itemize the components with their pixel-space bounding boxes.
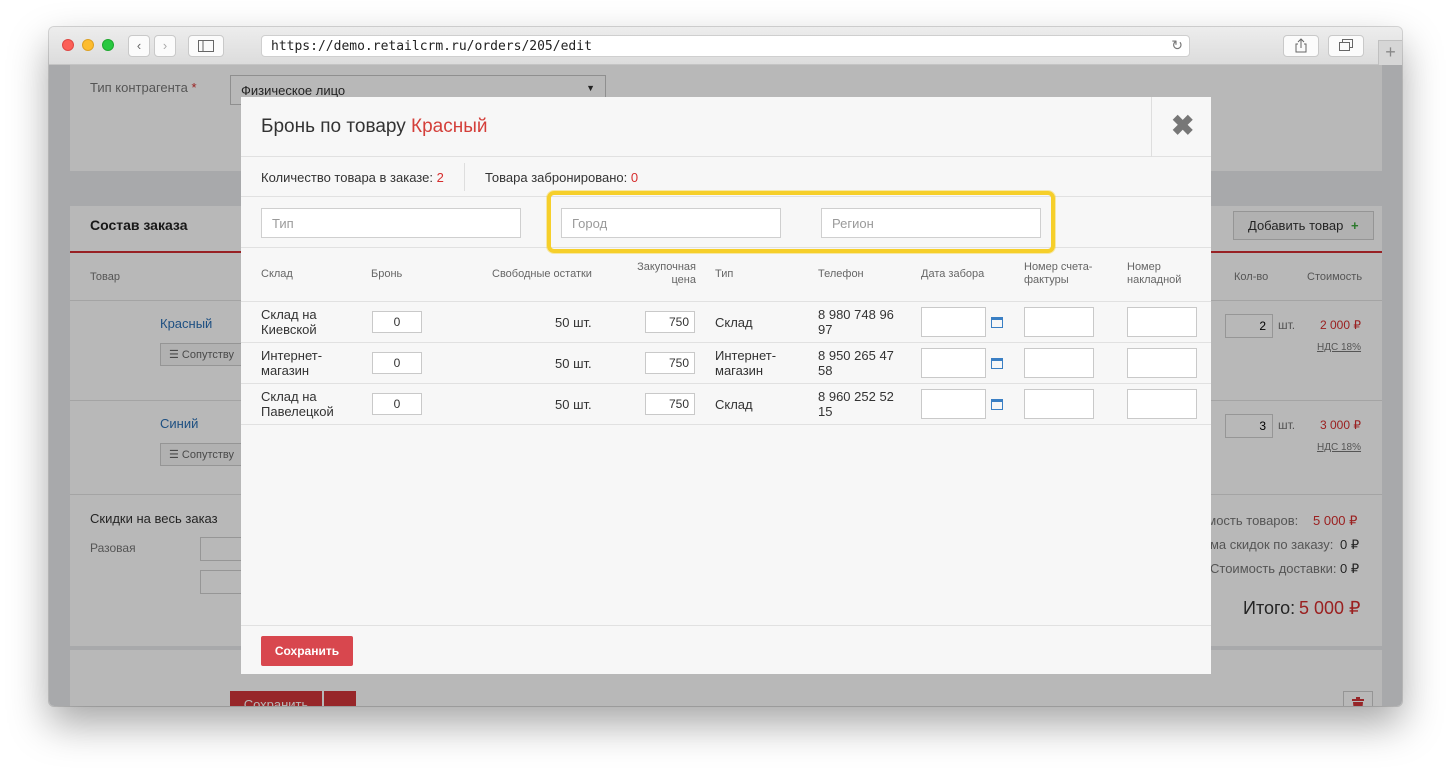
col-invoice-number: Номер счета-фактуры — [1024, 261, 1093, 286]
modal-header: Бронь по товару Красный ✖ — [241, 97, 1211, 157]
free-stock: 50 шт. — [555, 315, 592, 330]
phone: 8 960 252 52 15 — [818, 389, 894, 419]
chevron-left-icon: ‹ — [136, 38, 142, 53]
new-tab-button[interactable]: + — [1378, 40, 1402, 65]
reload-icon[interactable]: ↻ — [1171, 37, 1183, 54]
table-header: Склад Бронь Свободные остатки Закупочная… — [241, 248, 1211, 302]
warehouse-name: Склад на Павелецкой — [261, 389, 334, 419]
warehouse-name: Склад на Киевской — [261, 307, 317, 337]
save-button[interactable]: Сохранить — [261, 636, 353, 666]
free-stock: 50 шт. — [555, 397, 592, 412]
reserved-qty: Товара забронировано: 0 — [485, 170, 639, 185]
purchase-price-input[interactable]: 750 — [645, 393, 695, 415]
product-name: Красный — [411, 116, 488, 137]
back-button[interactable]: ‹ — [128, 35, 150, 57]
reserve-input[interactable]: 0 — [372, 311, 422, 333]
close-modal-button[interactable]: ✖ — [1151, 97, 1211, 157]
url-text: https://demo.retailcrm.ru/orders/205/edi… — [271, 39, 592, 54]
sidebar-toggle-button[interactable] — [188, 35, 224, 57]
warehouse-type: Интернет-магазин — [715, 348, 777, 378]
highlight-frame — [547, 191, 1055, 253]
reserve-input[interactable]: 0 — [372, 393, 422, 415]
waybill-number-input[interactable] — [1127, 307, 1197, 337]
reservation-modal: Бронь по товару Красный ✖ Количество тов… — [241, 97, 1211, 674]
reserve-input[interactable]: 0 — [372, 352, 422, 374]
invoice-number-input[interactable] — [1024, 389, 1094, 419]
warehouse-table: Склад Бронь Свободные остатки Закупочная… — [241, 248, 1211, 425]
warehouse-type: Склад — [715, 315, 753, 330]
tabs-overview-button[interactable] — [1328, 35, 1364, 57]
browser-toolbar: ‹ › https://demo.retailcrm.ru/orders/205… — [49, 27, 1402, 65]
plus-icon: + — [1385, 42, 1396, 62]
table-row: Склад на Киевской 0 50 шт. 750 Склад 8 98… — [241, 302, 1211, 343]
close-window-button[interactable] — [62, 39, 74, 51]
pickup-date-input[interactable] — [921, 348, 986, 378]
waybill-number-input[interactable] — [1127, 389, 1197, 419]
calendar-icon[interactable] — [991, 399, 1003, 410]
divider — [464, 163, 465, 191]
browser-window: ‹ › https://demo.retailcrm.ru/orders/205… — [49, 27, 1402, 706]
waybill-number-input[interactable] — [1127, 348, 1197, 378]
table-row: Интернет-магазин 0 50 шт. 750 Интернет-м… — [241, 343, 1211, 384]
close-icon: ✖ — [1171, 110, 1195, 141]
purchase-price-input[interactable]: 750 — [645, 352, 695, 374]
minimize-window-button[interactable] — [82, 39, 94, 51]
maximize-window-button[interactable] — [102, 39, 114, 51]
page-content: Тип контрагента * Физическое лицо ▼ Сост… — [49, 65, 1402, 706]
chevron-right-icon: › — [162, 38, 168, 53]
purchase-price-input[interactable]: 750 — [645, 311, 695, 333]
warehouse-name: Интернет-магазин — [261, 348, 323, 378]
pickup-date-input[interactable] — [921, 389, 986, 419]
col-free-stock: Свободные остатки — [492, 268, 592, 280]
col-pickup-date: Дата забора — [921, 268, 985, 280]
col-phone: Телефон — [818, 268, 864, 280]
forward-button[interactable]: › — [154, 35, 176, 57]
share-icon — [1295, 38, 1307, 53]
invoice-number-input[interactable] — [1024, 307, 1094, 337]
table-row: Склад на Павелецкой 0 50 шт. 750 Склад 8 … — [241, 384, 1211, 425]
tabs-icon — [1339, 39, 1353, 51]
col-warehouse: Склад — [261, 268, 293, 280]
sidebar-icon — [198, 40, 214, 52]
modal-footer: Сохранить — [241, 625, 1211, 674]
qty-in-order: Количество товара в заказе: 2 — [261, 170, 444, 185]
pickup-date-input[interactable] — [921, 307, 986, 337]
address-bar[interactable]: https://demo.retailcrm.ru/orders/205/edi… — [261, 35, 1190, 57]
type-filter-input[interactable] — [261, 208, 521, 238]
invoice-number-input[interactable] — [1024, 348, 1094, 378]
calendar-icon[interactable] — [991, 317, 1003, 328]
modal-title: Бронь по товару Красный — [261, 116, 488, 137]
free-stock: 50 шт. — [555, 356, 592, 371]
col-waybill-number: Номер накладной — [1127, 261, 1182, 286]
col-purchase-price: Закупочная цена — [637, 261, 696, 286]
col-type: Тип — [715, 268, 734, 280]
phone: 8 980 748 96 97 — [818, 307, 894, 337]
phone: 8 950 265 47 58 — [818, 348, 894, 378]
warehouse-type: Склад — [715, 397, 753, 412]
share-button[interactable] — [1283, 35, 1319, 57]
col-reserve: Бронь — [371, 268, 403, 280]
calendar-icon[interactable] — [991, 358, 1003, 369]
